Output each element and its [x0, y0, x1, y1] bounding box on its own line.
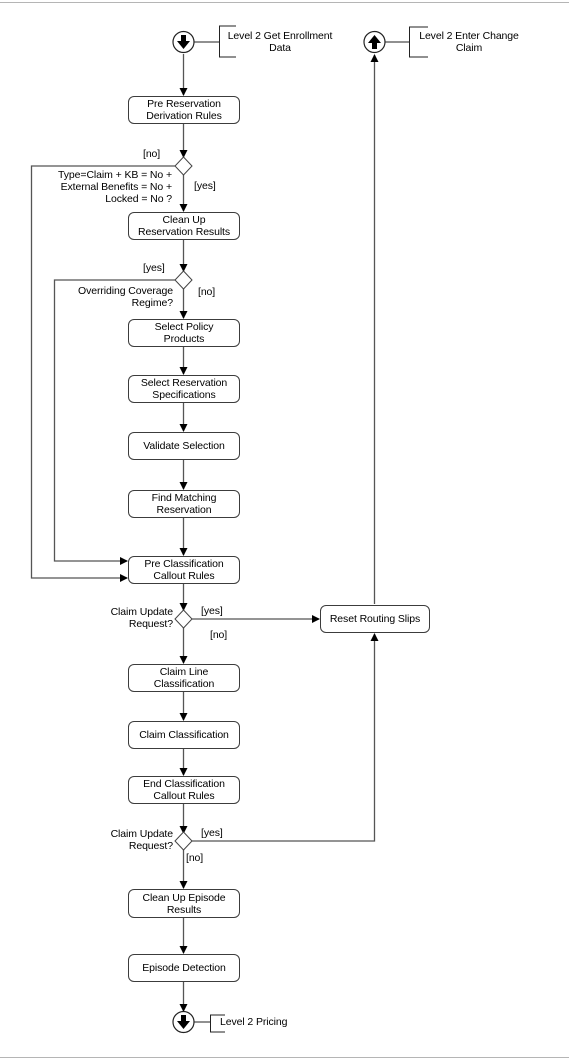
decision-d2 — [174, 270, 193, 290]
decision-d1-no-label: [no] — [143, 148, 161, 160]
decision-d4-yes-label: [yes] — [201, 827, 223, 839]
end-node — [172, 1010, 225, 1034]
node-clean-up-reservation[interactable]: Clean Up Reservation Results — [128, 212, 240, 240]
node-claim-classification[interactable]: Claim Classification — [128, 721, 240, 749]
decision-d4 — [174, 831, 193, 851]
node-pre-classification[interactable]: Pre Classification Callout Rules — [128, 556, 240, 584]
decision-d3 — [174, 609, 193, 629]
decision-d1-yes-label: [yes] — [194, 180, 216, 192]
decision-d1 — [174, 156, 193, 176]
decision-d4-no-label: [no] — [186, 852, 204, 864]
exit-label: Level 2 Enter Change Claim — [419, 30, 519, 54]
decision-d2-question: Overriding Coverage Regime? — [78, 285, 173, 309]
node-pre-reservation[interactable]: Pre Reservation Derivation Rules — [128, 96, 240, 124]
decision-d2-no-label: [no] — [198, 286, 216, 298]
decision-d3-yes-label: [yes] — [201, 605, 223, 617]
node-find-matching[interactable]: Find Matching Reservation — [128, 490, 240, 518]
node-claim-line-classification[interactable]: Claim Line Classification — [128, 664, 240, 692]
node-reset-routing[interactable]: Reset Routing Slips — [320, 605, 430, 633]
end-label: Level 2 Pricing — [220, 1016, 288, 1028]
diagram-canvas — [0, 2, 569, 1058]
node-select-policy[interactable]: Select Policy Products — [128, 319, 240, 347]
node-episode-detection[interactable]: Episode Detection — [128, 954, 240, 982]
decision-d3-no-label: [no] — [210, 629, 228, 641]
node-validate-selection[interactable]: Validate Selection — [128, 432, 240, 460]
node-select-reservation-specs[interactable]: Select Reservation Specifications — [128, 375, 240, 403]
decision-d2-yes-label: [yes] — [143, 262, 165, 274]
decision-d1-question: Type=Claim + KB = No + External Benefits… — [58, 169, 172, 205]
decision-d3-question: Claim Update Request? — [110, 606, 174, 630]
node-end-classification[interactable]: End Classification Callout Rules — [128, 776, 240, 804]
node-clean-up-episode[interactable]: Clean Up Episode Results — [128, 889, 240, 918]
start-label: Level 2 Get Enrollment Data — [227, 30, 333, 54]
decision-d4-question: Claim Update Request? — [110, 828, 174, 852]
